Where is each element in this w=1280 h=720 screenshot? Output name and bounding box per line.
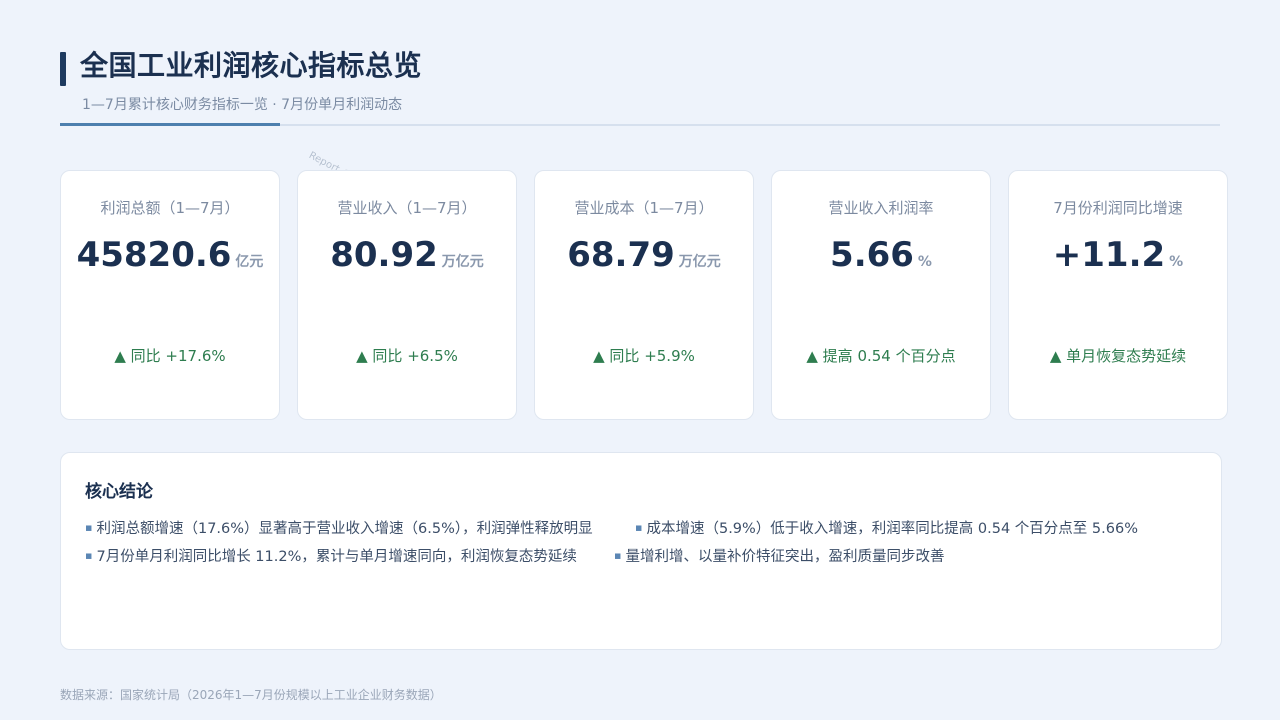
conclusion-point: ▪ 利润总额增速（17.6%）显著高于营业收入增速（6.5%），利润弹性释放明显 xyxy=(85,517,593,538)
conclusion-point-text: 量增利增、以量补价特征突出，盈利质量同步改善 xyxy=(625,549,945,565)
kpi-value-row: 80.92 万亿元 xyxy=(298,235,516,275)
page-subtitle: 1—7月累计核心财务指标一览 · 7月份单月利润动态 xyxy=(82,97,403,113)
kpi-card-revenue: 营业收入（1—7月） 80.92 万亿元 ▲ 同比 +6.5% xyxy=(297,170,517,420)
page-title: 全国工业利润核心指标总览 xyxy=(80,49,423,82)
conclusion-panel: 核心结论 ▪ 利润总额增速（17.6%）显著高于营业收入增速（6.5%），利润弹性… xyxy=(60,452,1222,650)
kpi-card-total-profit: 利润总额（1—7月） 45820.6 亿元 ▲ 同比 +17.6% xyxy=(60,170,280,420)
kpi-unit: 万亿元 xyxy=(678,254,721,270)
kpi-value: 68.79 xyxy=(567,235,675,275)
kpi-change: ▲ 同比 +6.5% xyxy=(356,347,458,365)
bullet-icon: ▪ xyxy=(85,521,93,534)
kpi-unit: 亿元 xyxy=(235,254,264,270)
kpi-change: ▲ 单月恢复态势延续 xyxy=(1049,347,1187,365)
bullet-icon: ▪ xyxy=(85,549,93,562)
kpi-value: +11.2 xyxy=(1052,235,1166,275)
kpi-value: 45820.6 xyxy=(76,235,232,275)
kpi-change: ▲ 同比 +17.6% xyxy=(114,347,226,365)
conclusion-point-text: 利润总额增速（17.6%）显著高于营业收入增速（6.5%），利润弹性释放明显 xyxy=(96,521,593,537)
kpi-label: 营业收入（1—7月） xyxy=(337,199,477,217)
kpi-unit: % xyxy=(1169,254,1184,270)
conclusion-point-text: 7月份单月利润同比增长 11.2%，累计与单月增速同向，利润恢复态势延续 xyxy=(96,549,577,565)
kpi-change: ▲ 同比 +5.9% xyxy=(593,347,695,365)
kpi-unit: 万亿元 xyxy=(441,254,484,270)
kpi-change: ▲ 提高 0.54 个百分点 xyxy=(806,347,956,365)
kpi-label: 营业收入利润率 xyxy=(828,199,934,217)
conclusion-point: ▪ 7月份单月利润同比增长 11.2%，累计与单月增速同向，利润恢复态势延续 xyxy=(85,545,577,566)
kpi-label: 7月份利润同比增速 xyxy=(1053,199,1183,217)
kpi-value-row: 5.66% xyxy=(772,235,990,275)
kpi-value-row: +11.2% xyxy=(1009,235,1227,275)
kpi-value-row: 45820.6 亿元 xyxy=(61,235,279,275)
bullet-icon: ▪ xyxy=(635,521,643,534)
conclusion-title: 核心结论 xyxy=(85,482,153,502)
kpi-value: 80.92 xyxy=(330,235,438,275)
bullet-icon: ▪ xyxy=(614,549,622,562)
conclusion-point: ▪ 量增利增、以量补价特征突出，盈利质量同步改善 xyxy=(614,545,944,566)
kpi-unit: % xyxy=(917,254,932,270)
kpi-card-profit-margin: 营业收入利润率 5.66% ▲ 提高 0.54 个百分点 xyxy=(771,170,991,420)
title-accent-bar xyxy=(60,52,66,86)
kpi-card-cost: 营业成本（1—7月） 68.79 万亿元 ▲ 同比 +5.9% xyxy=(534,170,754,420)
conclusion-point: ▪ 成本增速（5.9%）低于收入增速，利润率同比提高 0.54 个百分点至 5.6… xyxy=(635,517,1138,538)
source-note: 数据来源：国家统计局（2026年1—7月份规模以上工业企业财务数据） xyxy=(60,688,442,702)
kpi-value: 5.66 xyxy=(830,235,914,275)
kpi-card-july-growth: 7月份利润同比增速 +11.2% ▲ 单月恢复态势延续 xyxy=(1008,170,1228,420)
kpi-value-row: 68.79 万亿元 xyxy=(535,235,753,275)
kpi-label: 利润总额（1—7月） xyxy=(100,199,240,217)
kpi-label: 营业成本（1—7月） xyxy=(574,199,714,217)
header-divider-accent xyxy=(60,123,280,126)
conclusion-point-text: 成本增速（5.9%）低于收入增速，利润率同比提高 0.54 个百分点至 5.66… xyxy=(646,521,1138,537)
